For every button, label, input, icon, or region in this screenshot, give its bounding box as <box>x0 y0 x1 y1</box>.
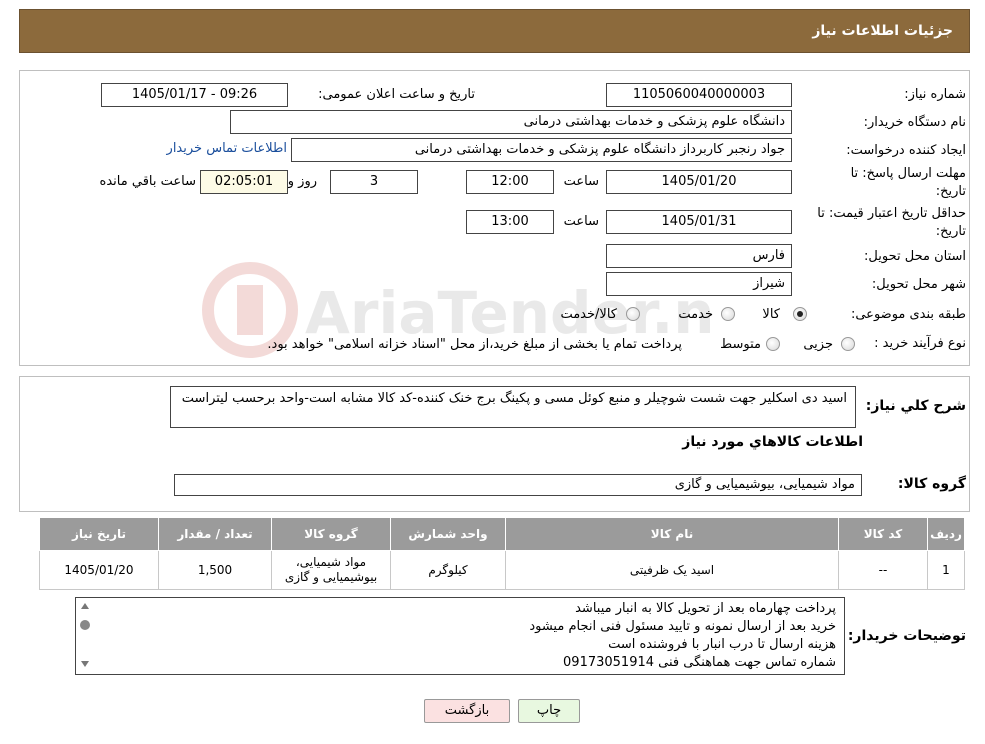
city-label: شهر محل تحویل: <box>871 277 966 292</box>
col-unit: واحد شمارش <box>390 517 506 551</box>
buyer-org-label: نام دستگاه خریدار: <box>863 115 966 130</box>
description-label: شرح کلي نياز: <box>865 398 966 414</box>
process-radio-medium[interactable] <box>766 337 780 351</box>
category-option-service: خدمت <box>678 307 713 322</box>
col-group: گروه کالا <box>271 517 391 551</box>
col-qty: تعداد / مقدار <box>158 517 272 551</box>
items-section-title: اطلاعات کالاهاي مورد نياز <box>682 434 863 450</box>
category-radio-service[interactable] <box>721 307 735 321</box>
province-field: فارس <box>606 244 792 268</box>
category-label: طبقه بندی موضوعی: <box>850 307 966 322</box>
scrollbar-arrows-icon <box>80 603 90 667</box>
remaining-label: ساعت باقي مانده <box>99 174 196 189</box>
remaining-time-field: 02:05:01 <box>200 170 288 194</box>
cell-qty: 1,500 <box>158 550 272 590</box>
cell-code: -- <box>838 550 928 590</box>
creator-label: ایجاد کننده درخواست: <box>846 143 966 158</box>
cell-row: 1 <box>927 550 965 590</box>
print-button[interactable]: چاپ <box>518 699 580 723</box>
buyer-note-line: شماره تماس جهت هماهنگی فنی 09173051914 <box>563 655 836 670</box>
process-option-minor: جزیی <box>803 337 833 352</box>
cell-group: مواد شیمیایی، بیوشیمیایی و گازی <box>271 550 391 590</box>
province-label: استان محل تحویل: <box>864 249 966 264</box>
validity-label: حداقل تاریخ اعتبار قیمت: تا <box>817 206 966 221</box>
buyer-org-field: دانشگاه علوم پزشکی و خدمات بهداشتی درمان… <box>230 110 792 134</box>
category-option-goods-service: کالا/خدمت <box>560 307 617 322</box>
cell-unit: کیلوگرم <box>390 550 506 590</box>
announce-field: 1405/01/17 - 09:26 <box>101 83 288 107</box>
category-radio-goods-service[interactable] <box>626 307 640 321</box>
category-option-goods: کالا <box>762 307 780 322</box>
cell-date: 1405/01/20 <box>39 550 159 590</box>
category-radio-goods[interactable] <box>793 307 807 321</box>
buyer-contact-link[interactable]: اطلاعات تماس خریدار <box>167 141 287 156</box>
days-remaining-field: 3 <box>330 170 418 194</box>
table-header-row: رديف کد کالا نام کالا واحد شمارش گروه کا… <box>39 517 965 551</box>
validity-time-label: ساعت <box>563 214 599 229</box>
days-label: روز و <box>287 174 317 189</box>
items-table: رديف کد کالا نام کالا واحد شمارش گروه کا… <box>39 517 965 590</box>
notes-scrollbar[interactable] <box>77 599 93 673</box>
deadline-label-2: تاریخ: <box>935 184 966 199</box>
buyer-note-line: خرید بعد از ارسال نمونه و تایید مسئول فن… <box>529 619 836 634</box>
need-number-field: 1105060040000003 <box>606 83 792 107</box>
back-button[interactable]: بازگشت <box>424 699 510 723</box>
process-label: نوع فرآیند خرید : <box>874 336 966 351</box>
page-header: جزئیات اطلاعات نیاز <box>19 9 970 53</box>
item-group-label: گروه کالا: <box>897 476 966 492</box>
col-date: تاریخ نیاز <box>39 517 159 551</box>
deadline-time-label: ساعت <box>563 174 599 189</box>
city-field: شیراز <box>606 272 792 296</box>
buyer-notes-label: توضیحات خریدار: <box>847 628 966 644</box>
buyer-note-line: هزینه ارسال تا درب انبار با فروشنده است <box>608 637 836 652</box>
col-code: کد کالا <box>838 517 928 551</box>
cell-name: اسید یک ظرفیتی <box>505 550 839 590</box>
item-group-field: مواد شیمیایی، بیوشیمیایی و گازی <box>174 474 862 496</box>
announce-label: تاریخ و ساعت اعلان عمومی: <box>318 87 475 102</box>
validity-time-field: 13:00 <box>466 210 554 234</box>
description-textarea[interactable]: اسید دی اسکلیر جهت شست شوچیلر و منبع کوئ… <box>170 386 856 428</box>
process-radio-minor[interactable] <box>841 337 855 351</box>
buyer-notes-textarea[interactable]: پرداخت چهارماه بعد از تحویل کالا به انبا… <box>75 597 845 675</box>
col-row: رديف <box>927 517 965 551</box>
deadline-label: مهلت ارسال پاسخ: تا <box>850 166 966 181</box>
deadline-time-field: 12:00 <box>466 170 554 194</box>
validity-label-2: تاریخ: <box>935 224 966 239</box>
need-number-label: شماره نیاز: <box>904 87 966 102</box>
buyer-note-line: پرداخت چهارماه بعد از تحویل کالا به انبا… <box>575 601 836 616</box>
deadline-date-field: 1405/01/20 <box>606 170 792 194</box>
table-row: 1 -- اسید یک ظرفیتی کیلوگرم مواد شیمیایی… <box>39 550 965 590</box>
validity-date-field: 1405/01/31 <box>606 210 792 234</box>
page-title: جزئیات اطلاعات نیاز <box>812 23 953 39</box>
creator-field: جواد رنجبر کاربرداز دانشگاه علوم پزشکی و… <box>291 138 792 162</box>
process-note: پرداخت تمام یا بخشی از مبلغ خرید،از محل … <box>267 337 682 352</box>
process-option-medium: متوسط <box>720 337 761 352</box>
col-name: نام کالا <box>505 517 839 551</box>
